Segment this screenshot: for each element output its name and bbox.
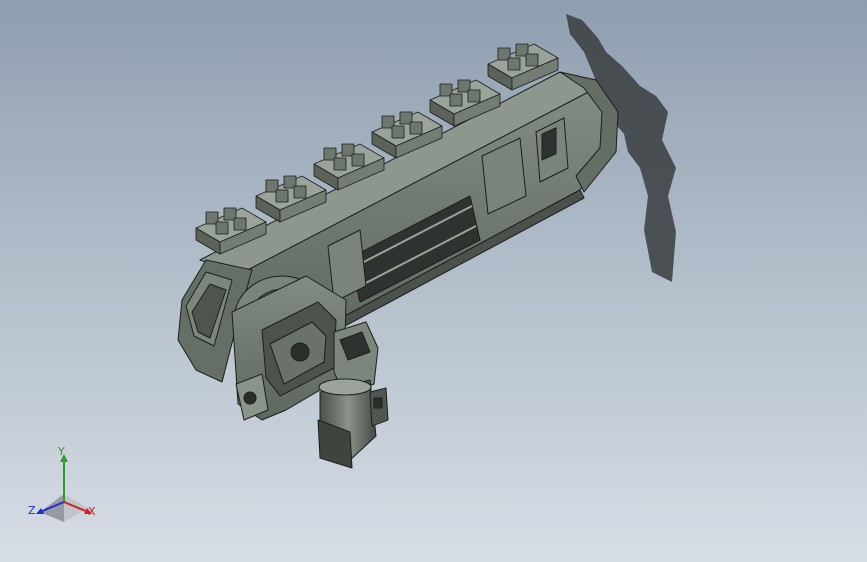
cad-model-viewport[interactable]: Y X Z: [0, 0, 867, 562]
model-canvas[interactable]: [0, 0, 867, 562]
orientation-triad[interactable]: Y X Z: [24, 446, 108, 526]
triad-x-label: X: [88, 505, 96, 518]
triad-y-label: Y: [58, 445, 65, 458]
triad-z-label: Z: [28, 504, 36, 517]
